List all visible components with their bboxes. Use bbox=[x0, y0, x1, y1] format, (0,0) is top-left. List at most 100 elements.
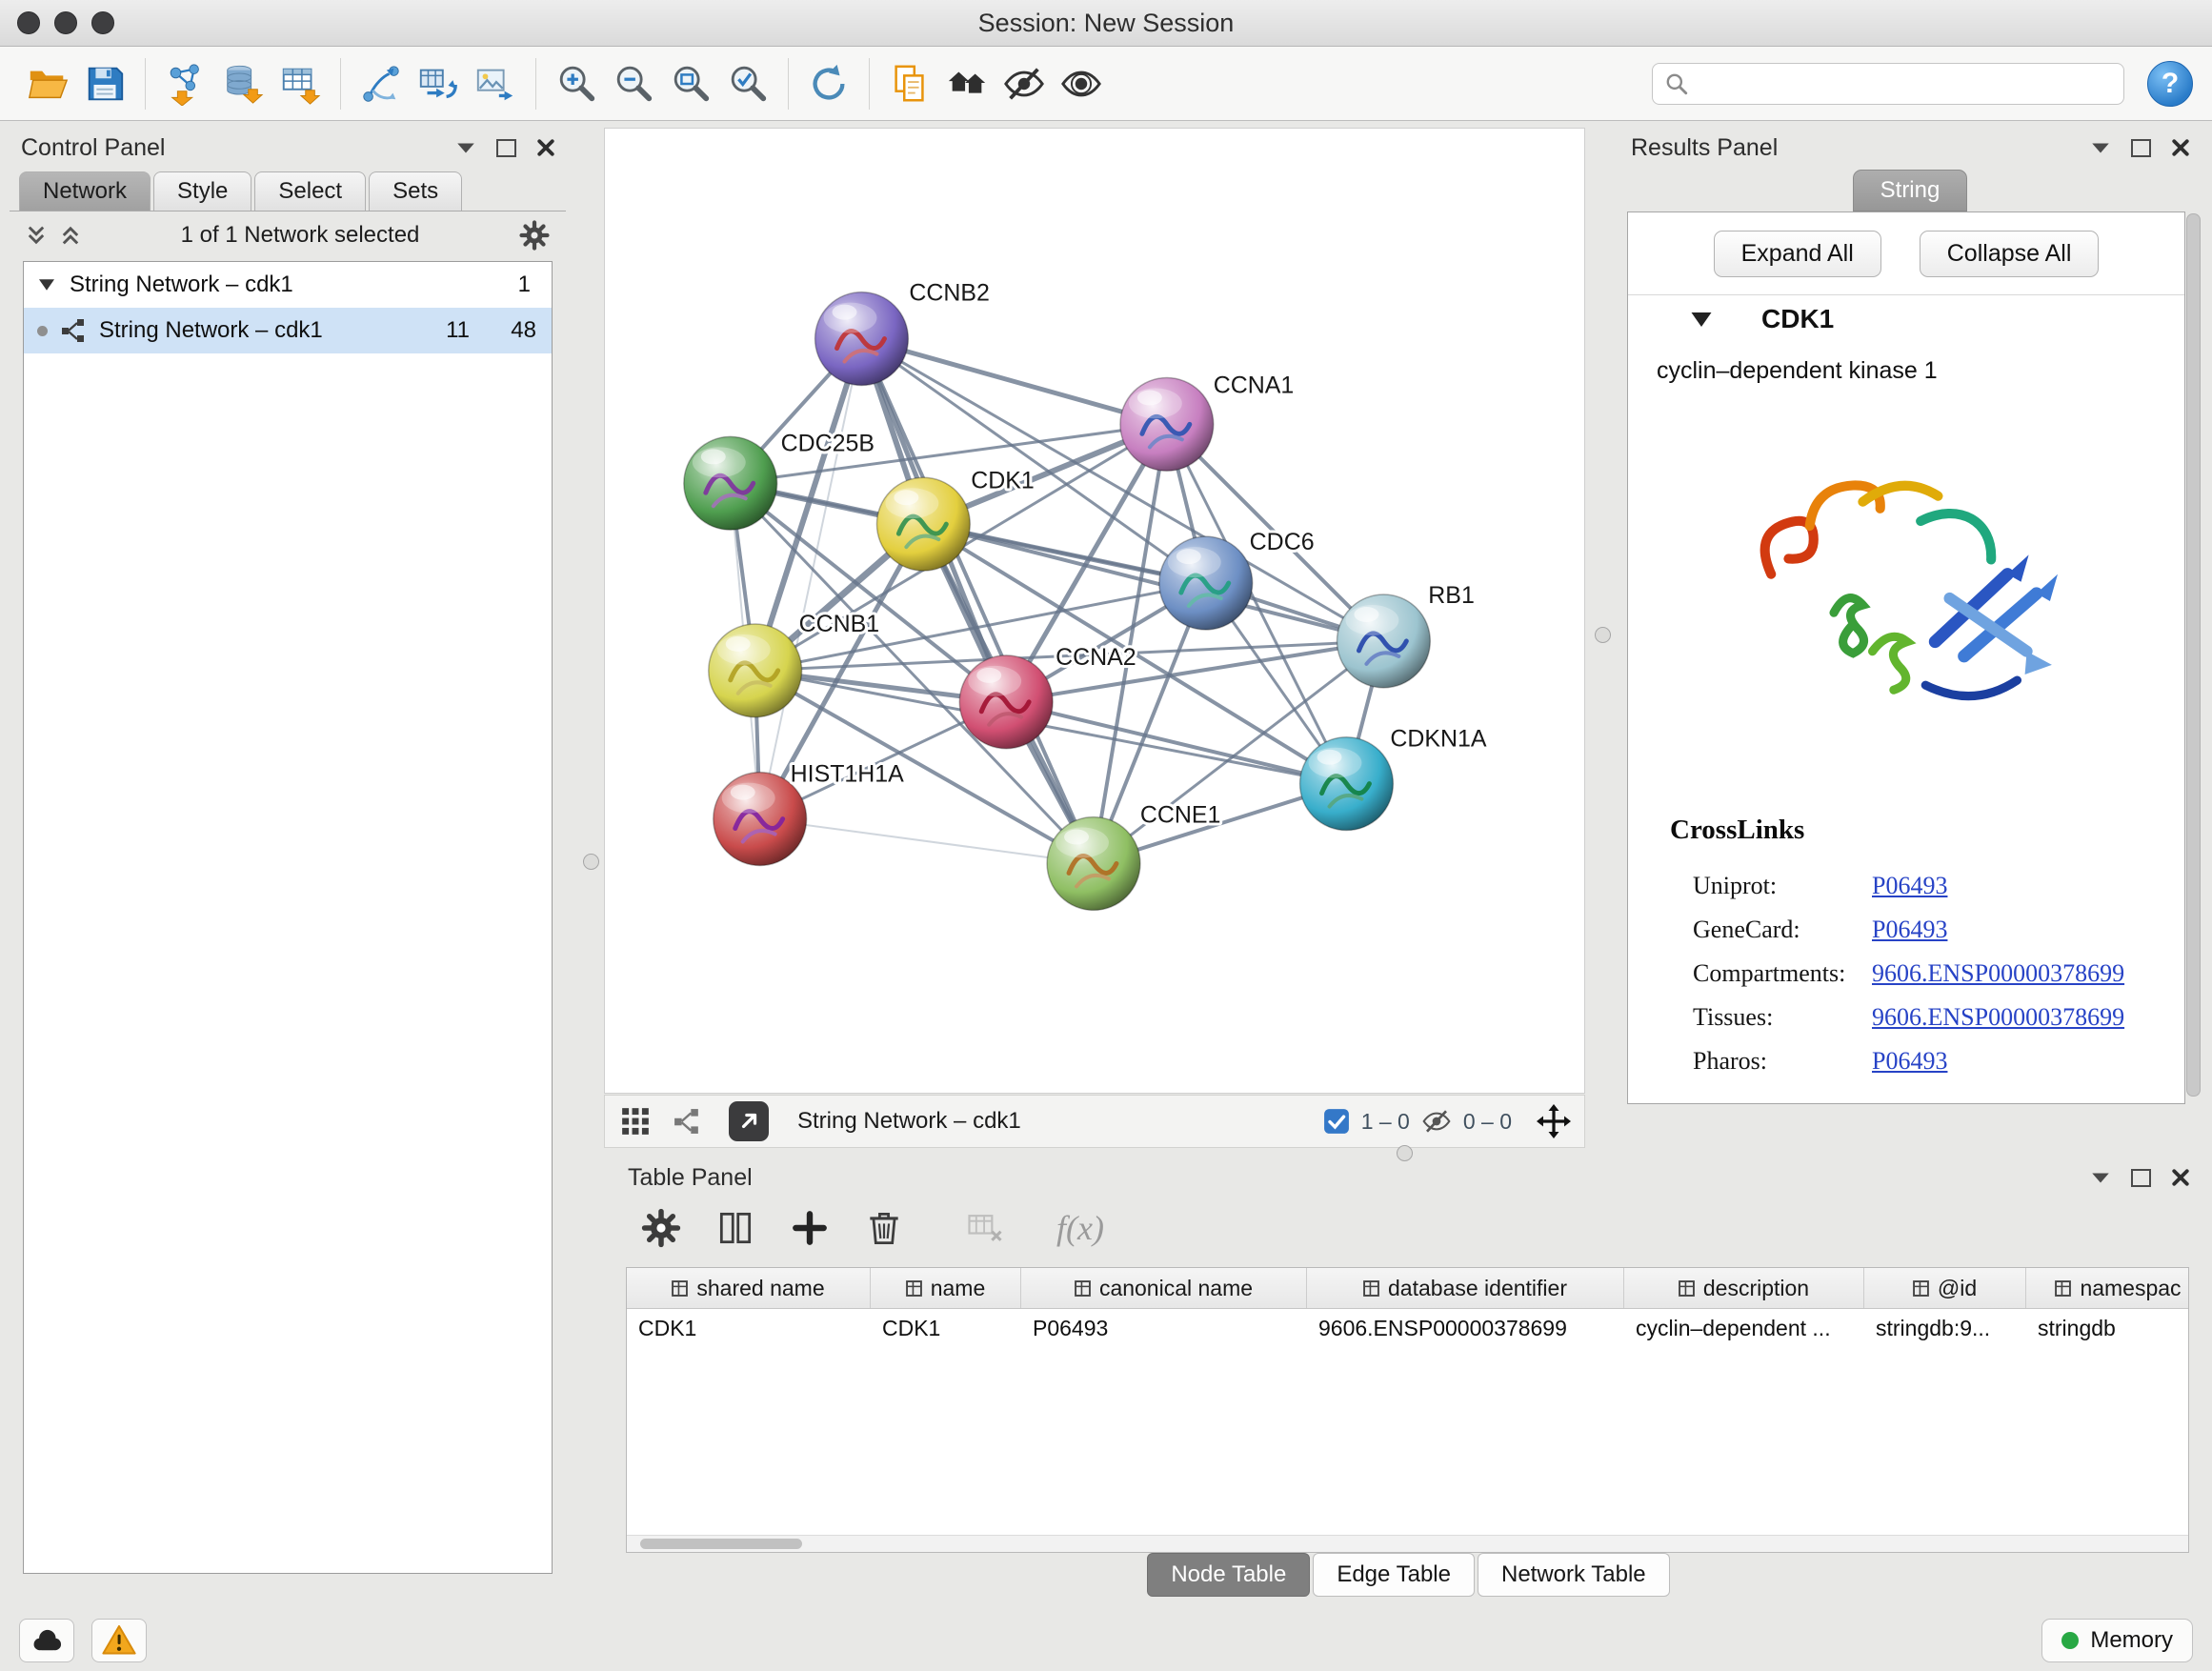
table-cell[interactable]: CDK1 bbox=[871, 1309, 1021, 1347]
network-canvas[interactable]: CCNB2CCNA1CDC25BCDK1CDC6RB1CCNB1CCNA2CDK… bbox=[604, 128, 1585, 1094]
string-home-button[interactable] bbox=[938, 54, 995, 113]
collapse-all-button[interactable]: Collapse All bbox=[1920, 231, 2100, 277]
show-graphics-button[interactable] bbox=[1053, 54, 1110, 113]
crosslink-value[interactable]: P06493 bbox=[1872, 1047, 1947, 1076]
network-edge[interactable] bbox=[861, 339, 1166, 425]
table-cell[interactable]: P06493 bbox=[1021, 1309, 1307, 1347]
hide-selection-button[interactable] bbox=[995, 54, 1053, 113]
table-cell[interactable]: stringdb:9... bbox=[1864, 1309, 2026, 1347]
table-row[interactable]: CDK1CDK1P064939606.ENSP00000378699cyclin… bbox=[627, 1309, 2188, 1347]
right-splitter-handle[interactable] bbox=[1595, 627, 1611, 643]
zoom-fit-button[interactable] bbox=[662, 54, 719, 113]
results-scrollbar[interactable] bbox=[2186, 213, 2201, 1097]
hidden-eye-slash-icon[interactable] bbox=[1421, 1106, 1452, 1137]
refresh-network-button[interactable] bbox=[800, 54, 857, 113]
table-cell[interactable]: cyclin–dependent ... bbox=[1624, 1309, 1864, 1347]
column-header-description[interactable]: description bbox=[1624, 1268, 1864, 1308]
selected-checkbox-icon[interactable] bbox=[1323, 1108, 1350, 1135]
tab-sets[interactable]: Sets bbox=[369, 171, 462, 211]
horizontal-scrollbar[interactable] bbox=[627, 1535, 2188, 1552]
tab-node-table[interactable]: Node Table bbox=[1147, 1553, 1310, 1597]
import-network-from-file-button[interactable] bbox=[157, 54, 214, 113]
tab-string[interactable]: String bbox=[1853, 170, 1967, 211]
network-edge[interactable] bbox=[760, 339, 862, 819]
minimize-window-button[interactable] bbox=[54, 11, 77, 34]
save-session-button[interactable] bbox=[76, 54, 133, 113]
network-node-ccnb1[interactable] bbox=[709, 624, 802, 717]
add-column-button[interactable] bbox=[788, 1206, 832, 1250]
column-header-canonical-name[interactable]: canonical name bbox=[1021, 1268, 1307, 1308]
network-node-cdc25b[interactable] bbox=[684, 436, 777, 530]
export-view-button[interactable] bbox=[729, 1101, 769, 1141]
function-builder-button[interactable]: f(x) bbox=[1056, 1206, 1104, 1250]
network-node-cdk1[interactable] bbox=[876, 477, 970, 571]
crosslink-value[interactable]: 9606.ENSP00000378699 bbox=[1872, 959, 2124, 988]
show-columns-button[interactable] bbox=[714, 1206, 757, 1250]
network-node-cdc6[interactable] bbox=[1159, 536, 1253, 630]
crosslink-value[interactable]: P06493 bbox=[1872, 872, 1947, 900]
zoom-selected-button[interactable] bbox=[719, 54, 776, 113]
close-panel-icon[interactable] bbox=[537, 139, 554, 156]
column-header-name[interactable]: name bbox=[871, 1268, 1021, 1308]
tab-style[interactable]: Style bbox=[153, 171, 251, 211]
column-header-shared-name[interactable]: shared name bbox=[627, 1268, 871, 1308]
zoom-in-button[interactable] bbox=[548, 54, 605, 113]
network-edge[interactable] bbox=[760, 819, 1094, 864]
entry-header[interactable]: CDK1 bbox=[1691, 304, 1834, 334]
tab-network-table[interactable]: Network Table bbox=[1478, 1553, 1670, 1597]
expand-all-button[interactable]: Expand All bbox=[1714, 231, 1881, 277]
tab-select[interactable]: Select bbox=[254, 171, 366, 211]
table-cell[interactable]: stringdb bbox=[2026, 1309, 2189, 1347]
crosslink-value[interactable]: 9606.ENSP00000378699 bbox=[1872, 1003, 2124, 1032]
table-cell[interactable]: CDK1 bbox=[627, 1309, 871, 1347]
column-header-namespac[interactable]: namespac bbox=[2026, 1268, 2189, 1308]
float-panel-icon[interactable] bbox=[496, 139, 516, 157]
tab-network[interactable]: Network bbox=[19, 171, 151, 211]
bottom-splitter-handle[interactable] bbox=[1397, 1145, 1413, 1161]
clone-network-button[interactable] bbox=[410, 54, 467, 113]
network-node-rb1[interactable] bbox=[1337, 594, 1430, 688]
panel-menu-icon[interactable] bbox=[2091, 142, 2110, 154]
maximize-window-button[interactable] bbox=[91, 11, 114, 34]
network-graph[interactable]: CCNB2CCNA1CDC25BCDK1CDC6RB1CCNB1CCNA2CDK… bbox=[605, 129, 1584, 1093]
network-from-selection-button[interactable] bbox=[352, 54, 410, 113]
network-node-ccnb2[interactable] bbox=[815, 292, 909, 386]
tab-edge-table[interactable]: Edge Table bbox=[1313, 1553, 1475, 1597]
network-node-ccna2[interactable] bbox=[959, 655, 1053, 749]
entry-expander-icon[interactable] bbox=[1691, 312, 1712, 327]
table-settings-button[interactable] bbox=[639, 1206, 683, 1250]
delete-column-button[interactable] bbox=[862, 1206, 906, 1250]
network-node-ccna1[interactable] bbox=[1120, 377, 1214, 471]
help-button[interactable]: ? bbox=[2147, 61, 2193, 107]
network-node-ccne1[interactable] bbox=[1047, 817, 1140, 911]
float-panel-icon[interactable] bbox=[2131, 139, 2151, 157]
scrollbar-thumb[interactable] bbox=[640, 1539, 802, 1549]
memory-button[interactable]: Memory bbox=[2041, 1619, 2193, 1662]
import-network-from-database-button[interactable] bbox=[214, 54, 271, 113]
table-cell[interactable]: 9606.ENSP00000378699 bbox=[1307, 1309, 1624, 1347]
expand-all-icon[interactable] bbox=[59, 224, 82, 247]
documents-button[interactable] bbox=[881, 54, 938, 113]
move-crosshair-icon[interactable] bbox=[1537, 1104, 1571, 1138]
warnings-button[interactable] bbox=[91, 1619, 147, 1662]
close-panel-icon[interactable] bbox=[2172, 139, 2189, 156]
zoom-out-button[interactable] bbox=[605, 54, 662, 113]
network-row-selected[interactable]: String Network – cdk1 11 48 bbox=[24, 308, 552, 353]
panel-menu-icon[interactable] bbox=[2091, 1172, 2110, 1184]
import-table-from-file-button[interactable] bbox=[271, 54, 329, 113]
column-header-@id[interactable]: @id bbox=[1864, 1268, 2026, 1308]
open-session-button[interactable] bbox=[19, 54, 76, 113]
float-panel-icon[interactable] bbox=[2131, 1169, 2151, 1187]
network-collection-row[interactable]: String Network – cdk1 1 bbox=[24, 262, 552, 308]
network-edge[interactable] bbox=[1006, 702, 1346, 784]
delete-table-button[interactable] bbox=[963, 1206, 1007, 1250]
left-splitter-handle[interactable] bbox=[583, 854, 599, 870]
crosslink-value[interactable]: P06493 bbox=[1872, 916, 1947, 944]
network-info-button[interactable] bbox=[670, 1104, 704, 1138]
collapse-all-icon[interactable] bbox=[25, 224, 48, 247]
network-node-cdkn1a[interactable] bbox=[1300, 737, 1394, 831]
search-input[interactable] bbox=[1697, 70, 2112, 97]
birdseye-toggle-button[interactable] bbox=[618, 1104, 653, 1138]
column-header-database-identifier[interactable]: database identifier bbox=[1307, 1268, 1624, 1308]
close-window-button[interactable] bbox=[17, 11, 40, 34]
